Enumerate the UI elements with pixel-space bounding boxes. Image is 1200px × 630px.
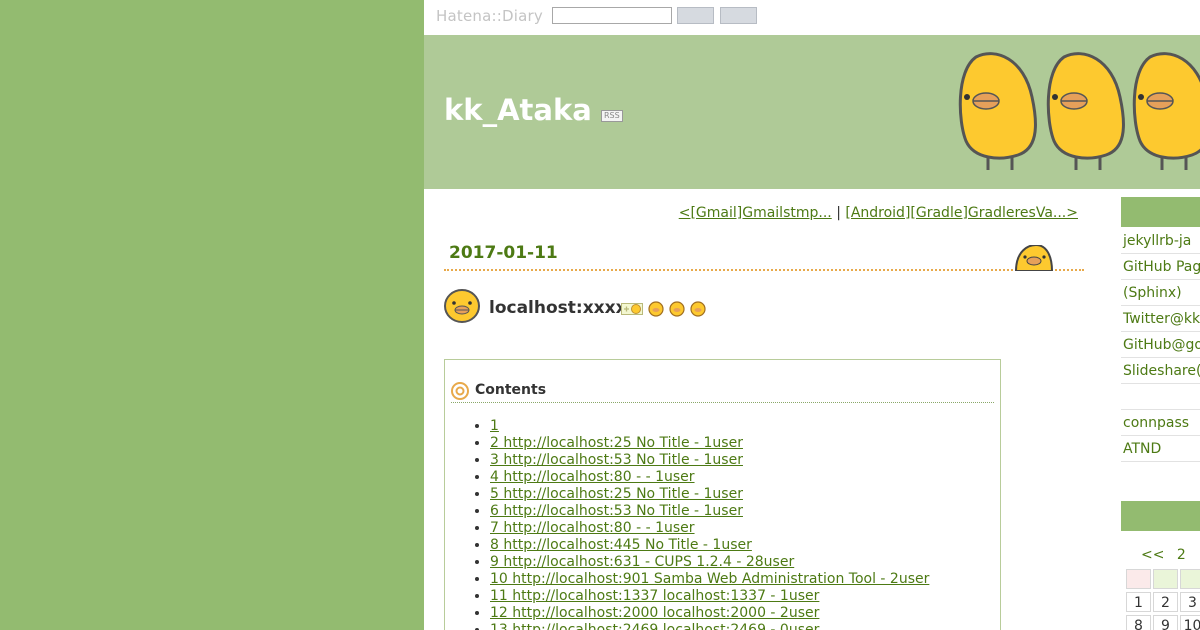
toc-item: 9 http://localhost:631 - CUPS 1.2.4 - 28… bbox=[490, 554, 929, 571]
calendar-day[interactable]: 8 bbox=[1126, 615, 1151, 630]
calendar-day[interactable]: 1 bbox=[1126, 592, 1151, 612]
toc-item: 8 http://localhost:445 No Title - 1user bbox=[490, 537, 929, 554]
sidebar-link[interactable]: GitHub Pag bbox=[1121, 254, 1200, 280]
toc-item: 7 http://localhost:80 - - 1user bbox=[490, 520, 929, 537]
hatena-diary-logo[interactable]: Hatena::Diary bbox=[436, 7, 543, 25]
toc-link[interactable]: 11 http://localhost:1337 localhost:1337 … bbox=[490, 588, 819, 604]
hatena-topbar: Hatena::Diary bbox=[424, 0, 1200, 35]
toc-item: 10 http://localhost:901 Samba Web Admini… bbox=[490, 571, 929, 588]
bullseye-icon bbox=[451, 382, 469, 400]
sidebar-link[interactable]: jekyllrb-ja bbox=[1121, 228, 1200, 254]
sidebar-event-link[interactable]: ATND bbox=[1121, 436, 1200, 462]
chick-mascot-icon bbox=[1046, 52, 1125, 170]
toc-item: 12 http://localhost:2000 localhost:2000 … bbox=[490, 605, 929, 622]
table-of-contents: Contents 1 2 http://localhost:25 No Titl… bbox=[444, 359, 1001, 630]
sidebar-link[interactable]: (Sphinx) bbox=[1121, 280, 1200, 306]
sidebar-link[interactable]: Twitter@kk bbox=[1121, 306, 1200, 332]
toc-item: 11 http://localhost:1337 localhost:1337 … bbox=[490, 588, 929, 605]
calendar-nav: << 2 bbox=[1141, 547, 1186, 563]
search-button[interactable] bbox=[677, 7, 714, 24]
calendar-month-label: 2 bbox=[1176, 547, 1186, 563]
toc-link[interactable]: 10 http://localhost:901 Samba Web Admini… bbox=[490, 571, 929, 587]
toc-item: 6 http://localhost:53 No Title - 1user bbox=[490, 503, 929, 520]
toc-heading: Contents bbox=[475, 382, 547, 398]
sidebar-event-link[interactable]: connpass bbox=[1121, 410, 1200, 436]
toc-header: Contents bbox=[451, 380, 994, 403]
star-icon[interactable] bbox=[648, 300, 664, 317]
sidebar-link[interactable]: Slideshare( bbox=[1121, 358, 1200, 384]
calendar-day[interactable]: 3 bbox=[1180, 592, 1200, 612]
prev-entry-link[interactable]: <[Gmail]Gmailstmp... bbox=[679, 205, 832, 221]
chick-mascot-icon bbox=[1132, 52, 1200, 170]
toc-list: 1 2 http://localhost:25 No Title - 1user… bbox=[445, 418, 929, 630]
toc-link[interactable]: 8 http://localhost:445 No Title - 1user bbox=[490, 537, 752, 553]
star-icon[interactable] bbox=[669, 300, 685, 317]
calendar-weekday-cell bbox=[1126, 569, 1151, 589]
add-star-icon[interactable] bbox=[621, 301, 643, 317]
right-sidebar: jekyllrb-ja GitHub Pag (Sphinx) Twitter@… bbox=[1121, 189, 1200, 630]
entry-date[interactable]: 2017-01-11 bbox=[449, 243, 558, 263]
toc-link[interactable]: 7 http://localhost:80 - - 1user bbox=[490, 520, 695, 536]
chick-face-icon bbox=[444, 289, 480, 323]
sidebar-section-header bbox=[1121, 197, 1200, 227]
diary-page: Hatena::Diary kk_Ataka RSS <[Gmail]Gmail… bbox=[424, 0, 1200, 630]
calendar-day[interactable]: 9 bbox=[1153, 615, 1178, 630]
chick-mascot-icon bbox=[958, 52, 1037, 170]
next-entry-link[interactable]: [Android][Gradle]GradleresVa...> bbox=[845, 205, 1078, 221]
sidebar-link[interactable] bbox=[1121, 384, 1200, 410]
date-header: 2017-01-11 bbox=[444, 241, 1084, 271]
main-content: <[Gmail]Gmailstmp... | [Android][Gradle]… bbox=[424, 189, 1119, 630]
calendar-day[interactable]: 2 bbox=[1153, 592, 1178, 612]
toc-item: 2 http://localhost:25 No Title - 1user bbox=[490, 435, 929, 452]
entry-title[interactable]: localhost:xxxx bbox=[489, 298, 627, 318]
search-input[interactable] bbox=[552, 7, 672, 24]
toc-item: 3 http://localhost:53 No Title - 1user bbox=[490, 452, 929, 469]
calendar-prev-link[interactable]: << bbox=[1141, 547, 1164, 563]
sidebar-link[interactable]: GitHub@go bbox=[1121, 332, 1200, 358]
peeking-chick-icon bbox=[1014, 245, 1054, 271]
calendar-day[interactable]: 10 bbox=[1180, 615, 1200, 630]
blog-header: kk_Ataka RSS bbox=[424, 35, 1200, 189]
toc-link[interactable]: 6 http://localhost:53 No Title - 1user bbox=[490, 503, 743, 519]
toc-link[interactable]: 12 http://localhost:2000 localhost:2000 … bbox=[490, 605, 819, 621]
toc-item: 1 bbox=[490, 418, 929, 435]
toc-link[interactable]: 3 http://localhost:53 No Title - 1user bbox=[490, 452, 743, 468]
hatena-star-group bbox=[621, 298, 706, 317]
rss-icon[interactable]: RSS bbox=[601, 110, 623, 122]
toc-item: 5 http://localhost:25 No Title - 1user bbox=[490, 486, 929, 503]
toc-link[interactable]: 13 http://localhost:2469 localhost:2469 … bbox=[490, 622, 819, 630]
blog-title[interactable]: kk_Ataka bbox=[444, 93, 592, 127]
toc-item: 13 http://localhost:2469 localhost:2469 … bbox=[490, 622, 929, 630]
sidebar-calendar-header bbox=[1121, 501, 1200, 531]
pager-separator: | bbox=[836, 205, 841, 221]
toc-link[interactable]: 5 http://localhost:25 No Title - 1user bbox=[490, 486, 743, 502]
entry-pager: <[Gmail]Gmailstmp... | [Android][Gradle]… bbox=[679, 205, 1078, 221]
calendar-weekday-cell bbox=[1180, 569, 1200, 589]
toc-item: 4 http://localhost:80 - - 1user bbox=[490, 469, 929, 486]
calendar-weekday-cell bbox=[1153, 569, 1178, 589]
toc-link[interactable]: 4 http://localhost:80 - - 1user bbox=[490, 469, 695, 485]
diary-button[interactable] bbox=[720, 7, 757, 24]
toc-link[interactable]: 2 http://localhost:25 No Title - 1user bbox=[490, 435, 743, 451]
star-icon[interactable] bbox=[690, 300, 706, 317]
toc-link[interactable]: 1 bbox=[490, 418, 499, 434]
toc-link[interactable]: 9 http://localhost:631 - CUPS 1.2.4 - 28… bbox=[490, 554, 794, 570]
